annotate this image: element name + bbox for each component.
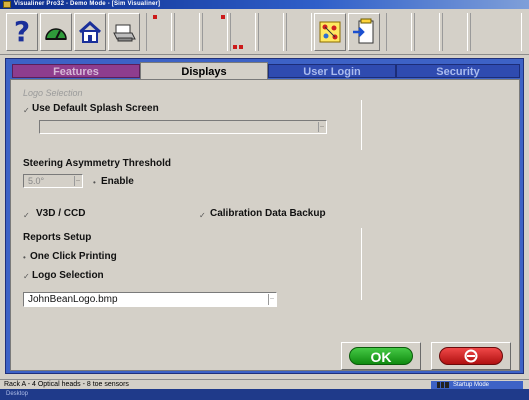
toolbar-slot-10: [470, 13, 522, 51]
reports-setup-title: Reports Setup: [23, 232, 92, 243]
taskbar-text: Desktop: [6, 391, 29, 397]
browse-spinner[interactable]: ‥: [318, 122, 325, 132]
checkbox-v3d-ccd[interactable]: ✓: [23, 211, 30, 220]
checkbox-calibration-backup[interactable]: ✓: [199, 211, 206, 220]
toolbar-slot-2: [174, 13, 200, 51]
indicator-mark: [239, 45, 243, 49]
stepper-arrows[interactable]: ‥: [74, 176, 81, 186]
toolbar-slot-6: [286, 13, 312, 51]
radio-one-click-printing[interactable]: •: [23, 253, 26, 262]
splash-screen-field[interactable]: ‥: [39, 120, 327, 134]
calibration-backup-label: Calibration Data Backup: [210, 208, 326, 219]
toolbar-slot-9: [442, 13, 468, 51]
toolbar-slot-3: [202, 13, 228, 51]
logo-file-dropdown[interactable]: JohnBeanLogo.bmp ‥: [23, 292, 277, 307]
logo-selection-label: Logo Selection: [32, 270, 104, 281]
gauge-button[interactable]: [40, 13, 72, 51]
cancel-button[interactable]: [431, 342, 511, 370]
toolbar-slot-4: [230, 13, 256, 51]
steering-threshold-value: 5.0°: [28, 176, 45, 186]
question-mark-icon: ?: [13, 15, 31, 48]
mode-indicator: Startup Mode: [431, 381, 523, 389]
app-icon: [3, 1, 11, 8]
toolbar: ?: [0, 9, 529, 55]
steering-threshold-stepper[interactable]: 5.0° ‥: [23, 174, 83, 188]
one-click-printing-label: One Click Printing: [30, 251, 117, 262]
toolbar-slot-7: [386, 13, 412, 51]
v3d-ccd-label: V3D / CCD: [36, 208, 86, 219]
toolbar-slot-8: [414, 13, 440, 51]
graph-button[interactable]: [314, 13, 346, 51]
tab-label: Displays: [181, 66, 227, 78]
taskbar-strip: Desktop: [0, 389, 529, 400]
tab-features[interactable]: Features: [12, 64, 140, 78]
checkbox-logo-selection[interactable]: ✓: [23, 272, 30, 281]
home-button[interactable]: [74, 13, 106, 51]
help-button[interactable]: ?: [6, 13, 38, 51]
graph-icon: [319, 21, 341, 43]
tab-label: Security: [436, 66, 480, 78]
status-text: Rack A - 4 Optical heads - 8 toe sensors: [4, 381, 129, 388]
tab-strip: Features Displays User Login Security: [10, 62, 520, 79]
toolbar-slot-5: [258, 13, 284, 51]
logo-section-title: Logo Selection: [23, 88, 83, 98]
dialog-exit-icon: [353, 18, 374, 44]
tab-label: User Login: [303, 66, 361, 78]
ok-label: OK: [349, 347, 413, 365]
tab-label: Features: [53, 66, 99, 78]
print-button[interactable]: [108, 13, 140, 51]
mode-text: Startup Mode: [453, 382, 490, 388]
use-default-splash-label: Use Default Splash Screen: [32, 103, 159, 114]
tab-security[interactable]: Security: [396, 64, 520, 78]
indicator-mark: [233, 45, 237, 49]
checkbox-use-default-splash[interactable]: ✓: [23, 106, 30, 115]
radio-enable[interactable]: •: [93, 178, 96, 187]
speedometer-icon: [45, 28, 67, 40]
divider: [361, 228, 362, 300]
chevron-down-icon[interactable]: ‥: [268, 294, 275, 305]
indicator-mark: [153, 15, 157, 19]
steering-threshold-title: Steering Asymmetry Threshold: [23, 158, 172, 169]
cancel-pill: [439, 347, 503, 365]
logo-file-value: JohnBeanLogo.bmp: [28, 294, 118, 305]
ok-button[interactable]: OK: [341, 342, 421, 370]
exit-dialog-button[interactable]: [348, 13, 380, 51]
tab-user-login[interactable]: User Login: [268, 64, 396, 78]
tab-displays[interactable]: Displays: [140, 62, 268, 79]
displays-tab-content: Logo Selection ✓ Use Default Splash Scre…: [10, 79, 520, 371]
enable-label: Enable: [101, 176, 134, 187]
toolbar-slot-1: [146, 13, 172, 51]
status-bar: Rack A - 4 Optical heads - 8 toe sensors…: [0, 379, 529, 389]
window-title: Visualiner Pro32 - Demo Mode - [Sim Visu…: [14, 1, 161, 7]
no-entry-icon: [464, 349, 478, 363]
settings-panel: Features Displays User Login Security Lo…: [5, 58, 524, 374]
title-bar: Visualiner Pro32 - Demo Mode - [Sim Visu…: [0, 0, 529, 9]
indicator-mark: [221, 15, 225, 19]
signal-icon: [437, 382, 449, 388]
house-icon: [78, 20, 102, 43]
printer-icon: [113, 24, 136, 42]
divider: [361, 100, 362, 150]
